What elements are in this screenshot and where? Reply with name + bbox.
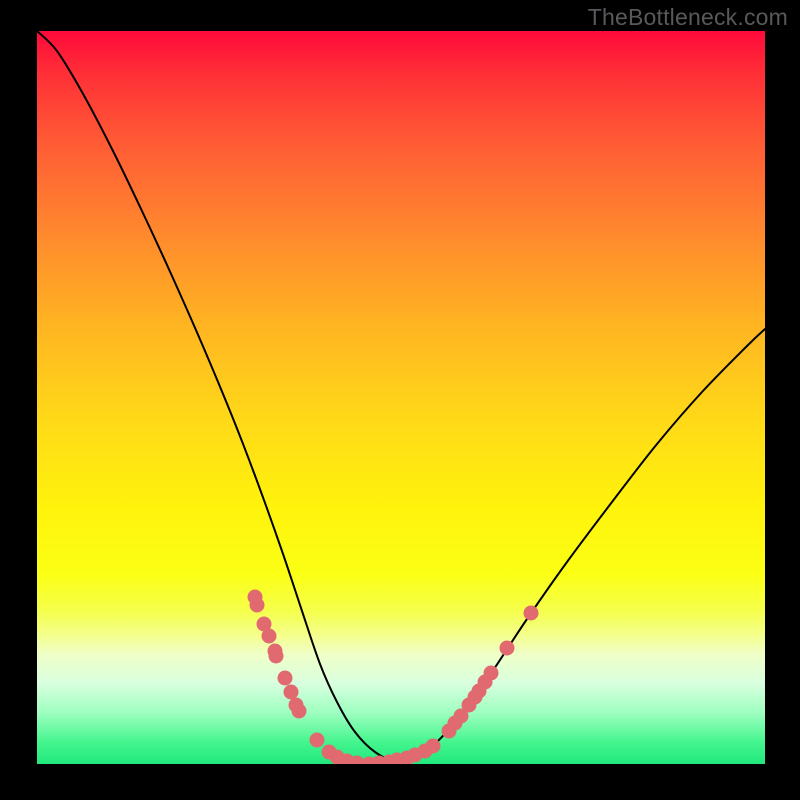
data-marker	[278, 671, 293, 686]
chart-svg	[37, 31, 765, 764]
data-marker	[250, 598, 265, 613]
data-marker	[269, 649, 284, 664]
data-marker	[524, 606, 539, 621]
data-marker	[284, 685, 299, 700]
chart-frame: TheBottleneck.com	[0, 0, 800, 800]
watermark-text: TheBottleneck.com	[588, 4, 788, 31]
data-marker	[484, 666, 499, 681]
bottleneck-curve	[37, 31, 765, 763]
data-marker	[426, 739, 441, 754]
marker-group	[248, 590, 539, 765]
data-marker	[292, 704, 307, 719]
chart-plot-area	[37, 31, 765, 764]
data-marker	[500, 641, 515, 656]
data-marker	[310, 733, 325, 748]
data-marker	[262, 629, 277, 644]
